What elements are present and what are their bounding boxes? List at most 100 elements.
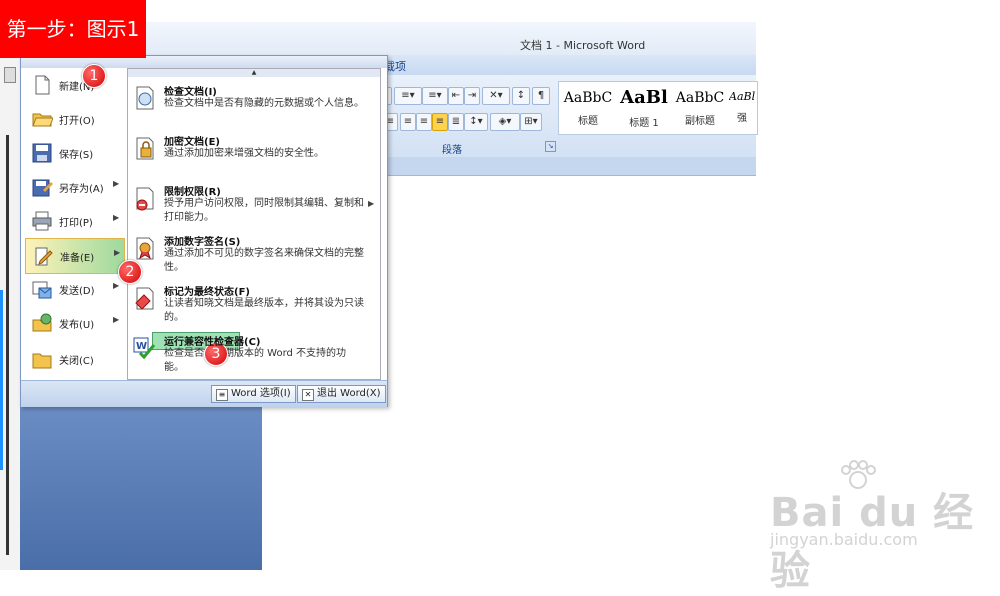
style-label: 副标题 [685,116,715,127]
scroll-up-icon[interactable]: ▲ [128,69,380,77]
menu-item-publish[interactable]: 发布(U) ▶ [25,306,125,340]
align-right-icon[interactable]: ≡ [416,113,432,131]
background-window-icon [4,67,16,83]
ribbon-group-bar [380,157,756,176]
watermark-url: jingyan.baidu.com [770,530,918,549]
save-disk-icon [32,143,52,163]
show-marks-icon[interactable]: ¶ [532,87,550,105]
background-window-strip [0,55,21,570]
mark-final-icon [135,287,154,310]
style-label: 标题 [578,116,598,127]
menu-item-close[interactable]: 关闭(C) [25,342,125,376]
prepare-pencil-icon [35,247,53,266]
step-marker-1: 1 [82,64,106,88]
increase-indent-icon[interactable]: ⇥ [464,87,480,105]
word-options-button[interactable]: ≡ Word 选项(I) [211,385,296,403]
sort-icon[interactable]: ↕ [512,87,530,105]
submenu-item-desc: 授予用户访问权限，同时限制其编辑、复制和打印能力。 [164,198,364,223]
ribbon-tab-row: 载项 [380,55,756,76]
menu-item-send[interactable]: 发送(D) ▶ [25,272,125,306]
line-spacing-icon[interactable]: ↕▾ [464,113,488,131]
menu-item-open[interactable]: 打开(O) [25,102,125,136]
step-caption: 第一步：图示1 [0,0,146,58]
close-icon: ✕ [302,389,314,401]
submenu-item-title: 运行兼容性检查器(C) [164,337,261,348]
printer-icon [32,211,52,231]
submenu-arrow-icon: ▶ [113,213,120,222]
submenu-item-mark-final[interactable]: 标记为最终状态(F) 让读者知晓文档是最终版本，并将其设为只读的。 [128,283,378,329]
exit-word-button[interactable]: ✕ 退出 Word(X) [297,385,386,403]
submenu-item-compatibility-checker[interactable]: W 运行兼容性检查器(C) 检查是否有早期版本的 Word 不支持的功能。 [128,332,378,373]
publish-icon [32,313,52,332]
open-folder-icon [32,113,53,127]
paragraph-group-label: 段落 [442,145,462,156]
office-menu-commands: 新建(N) 打开(O) 保存(S) 另存为(A) ▶ 打印(P) ▶ 准备(E)… [25,68,125,380]
menu-item-label: 准备(E) [60,253,95,264]
style-sample: AaBbC [563,90,613,106]
menu-item-print[interactable]: 打印(P) ▶ [25,204,125,238]
paragraph-dialog-launcher-icon[interactable]: ↘ [545,141,556,152]
submenu-item-desc: 让读者知晓文档是最终版本，并将其设为只读的。 [164,298,364,323]
quick-styles-gallery[interactable]: AaBbC 标题 AaBl 标题 1 AaBbC 副标题 AaBl 强 [558,81,758,135]
style-label: 强 [737,113,747,124]
style-subtitle[interactable]: AaBbC 副标题 [673,84,727,130]
digital-signature-icon [136,237,154,260]
menu-item-label: 关闭(C) [59,356,94,367]
numbered-list-icon[interactable]: ≡▾ [394,87,422,105]
style-sample: AaBbC [675,90,725,106]
menu-item-label: 打开(O) [59,116,95,127]
submenu-arrow-icon: ▶ [368,199,375,208]
multilevel-list-icon[interactable]: ≡▾ [422,87,448,105]
shading-icon[interactable]: ◈▾ [490,113,520,131]
new-document-icon [35,75,50,95]
menu-item-label: 发送(D) [59,286,95,297]
save-as-icon [32,179,53,197]
svg-text:W: W [136,341,147,352]
send-mail-icon [32,281,52,299]
style-sample: AaBl [620,87,668,108]
submenu-arrow-icon: ▶ [114,248,121,257]
menu-item-prepare[interactable]: 准备(E) ▶ [25,238,125,274]
inspect-document-icon [136,86,154,110]
menu-item-save[interactable]: 保存(S) [25,136,125,170]
submenu-item-desc: 通过添加不可见的数字签名来确保文档的完整性。 [164,248,364,273]
style-heading-1[interactable]: AaBl 标题 1 [617,84,671,130]
menu-item-save-as[interactable]: 另存为(A) ▶ [25,170,125,204]
submenu-item-desc: 通过添加加密来增强文档的安全性。 [164,148,324,159]
submenu-item-digital-signature[interactable]: 添加数字签名(S) 通过添加不可见的数字签名来确保文档的完整性。 [128,233,378,279]
justify-icon[interactable]: ≡ [432,113,448,131]
menu-item-label: 发布(U) [59,320,95,331]
submenu-item-title: 限制权限(R) [164,187,221,198]
prepare-submenu: ▲ 检查文档(I) 检查文档中是否有隐藏的元数据或个人信息。 加密文档(E) 通… [127,68,381,380]
align-center-icon[interactable]: ≡ [400,113,416,131]
submenu-item-encrypt[interactable]: 加密文档(E) 通过添加加密来增强文档的安全性。 [128,133,378,177]
submenu-arrow-icon: ▶ [113,281,120,290]
menu-item-new[interactable]: 新建(N) [25,68,125,102]
restrict-permission-icon [136,187,154,211]
submenu-item-title: 标记为最终状态(F) [164,287,250,298]
submenu-arrow-icon: ▶ [113,179,120,188]
submenu-item-inspect[interactable]: 检查文档(I) 检查文档中是否有隐藏的元数据或个人信息。 [128,83,378,127]
style-sample: AaBl [729,90,755,103]
submenu-item-desc: 检查是否有早期版本的 Word 不支持的功能。 [164,348,347,373]
borders-icon[interactable]: ⊞▾ [520,113,542,131]
submenu-item-title: 检查文档(I) [164,87,217,98]
style-strong[interactable]: AaBl 强 [729,84,755,130]
compatibility-checker-icon: W [133,337,156,360]
menu-item-label: 保存(S) [59,150,94,161]
ribbon: · ≡▾ ≡▾ ⇤ ⇥ ✕▾ ↕ ¶ ≡ ≡ ≡ ≡ ≣ ↕▾ ◈▾ ⊞▾ 段落… [380,75,758,157]
chinese-layout-icon[interactable]: ✕▾ [482,87,510,105]
step-marker-2: 2 [118,260,142,284]
close-folder-icon [32,353,52,369]
submenu-arrow-icon: ▶ [113,315,120,324]
exit-word-label: 退出 Word(X) [317,388,381,399]
word-options-label: Word 选项(I) [231,388,291,399]
submenu-item-restrict[interactable]: 限制权限(R) 授予用户访问权限，同时限制其编辑、复制和打印能力。 ▶ [128,183,378,231]
menu-item-label: 打印(P) [59,218,93,229]
submenu-item-desc: 检查文档中是否有隐藏的元数据或个人信息。 [164,98,364,109]
style-heading[interactable]: AaBbC 标题 [561,84,615,130]
submenu-item-title: 加密文档(E) [164,137,220,148]
decrease-indent-icon[interactable]: ⇤ [448,87,464,105]
window-title: 文档 1 - Microsoft Word [520,39,646,52]
distributed-icon[interactable]: ≣ [448,113,464,131]
